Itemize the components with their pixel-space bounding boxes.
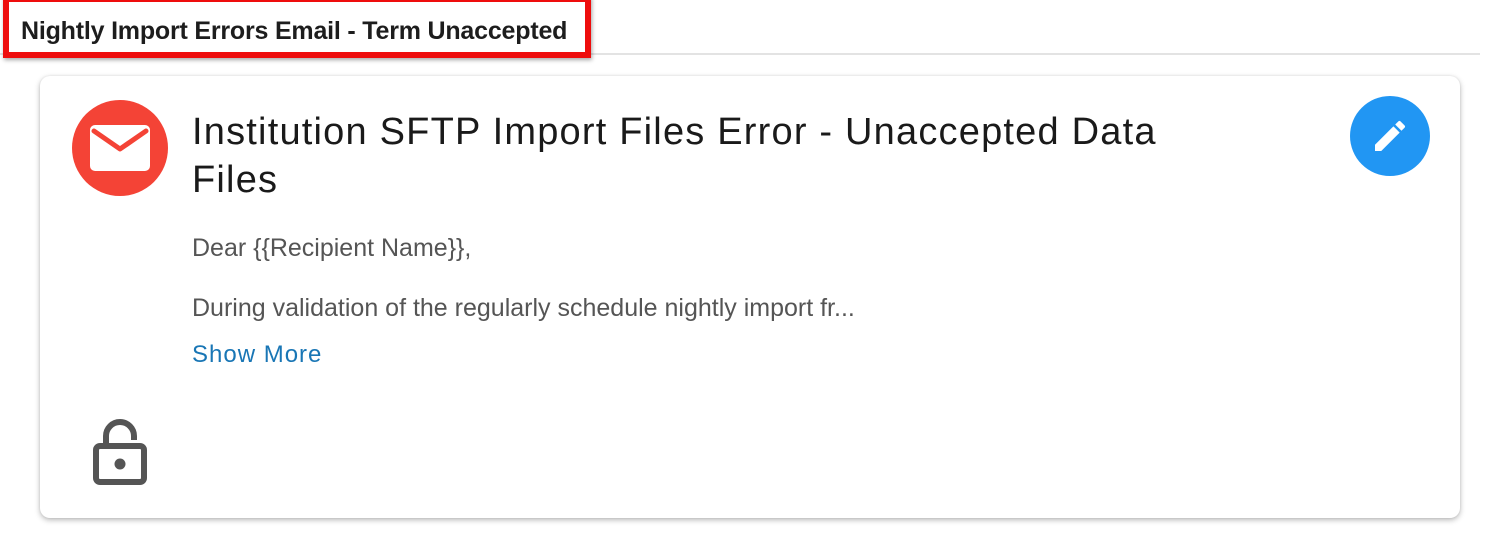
edit-button[interactable] bbox=[1350, 96, 1430, 176]
email-body-preview: During validation of the regularly sched… bbox=[192, 294, 855, 322]
email-greeting: Dear {{Recipient Name}}, bbox=[192, 234, 472, 262]
mail-icon bbox=[90, 125, 150, 171]
email-template-title: Institution SFTP Import Files Error - Un… bbox=[192, 111, 1157, 201]
section-header: Nightly Import Errors Email - Term Unacc… bbox=[0, 0, 1480, 58]
email-template-card: Institution SFTP Import Files Error - Un… bbox=[40, 76, 1460, 518]
page: Nightly Import Errors Email - Term Unacc… bbox=[0, 0, 1504, 544]
mail-avatar bbox=[72, 100, 168, 196]
show-more-link[interactable]: Show More bbox=[192, 341, 322, 369]
section-title: Nightly Import Errors Email - Term Unacc… bbox=[21, 17, 568, 45]
pencil-icon bbox=[1375, 120, 1406, 151]
unlocked-lock-icon[interactable] bbox=[92, 416, 148, 486]
